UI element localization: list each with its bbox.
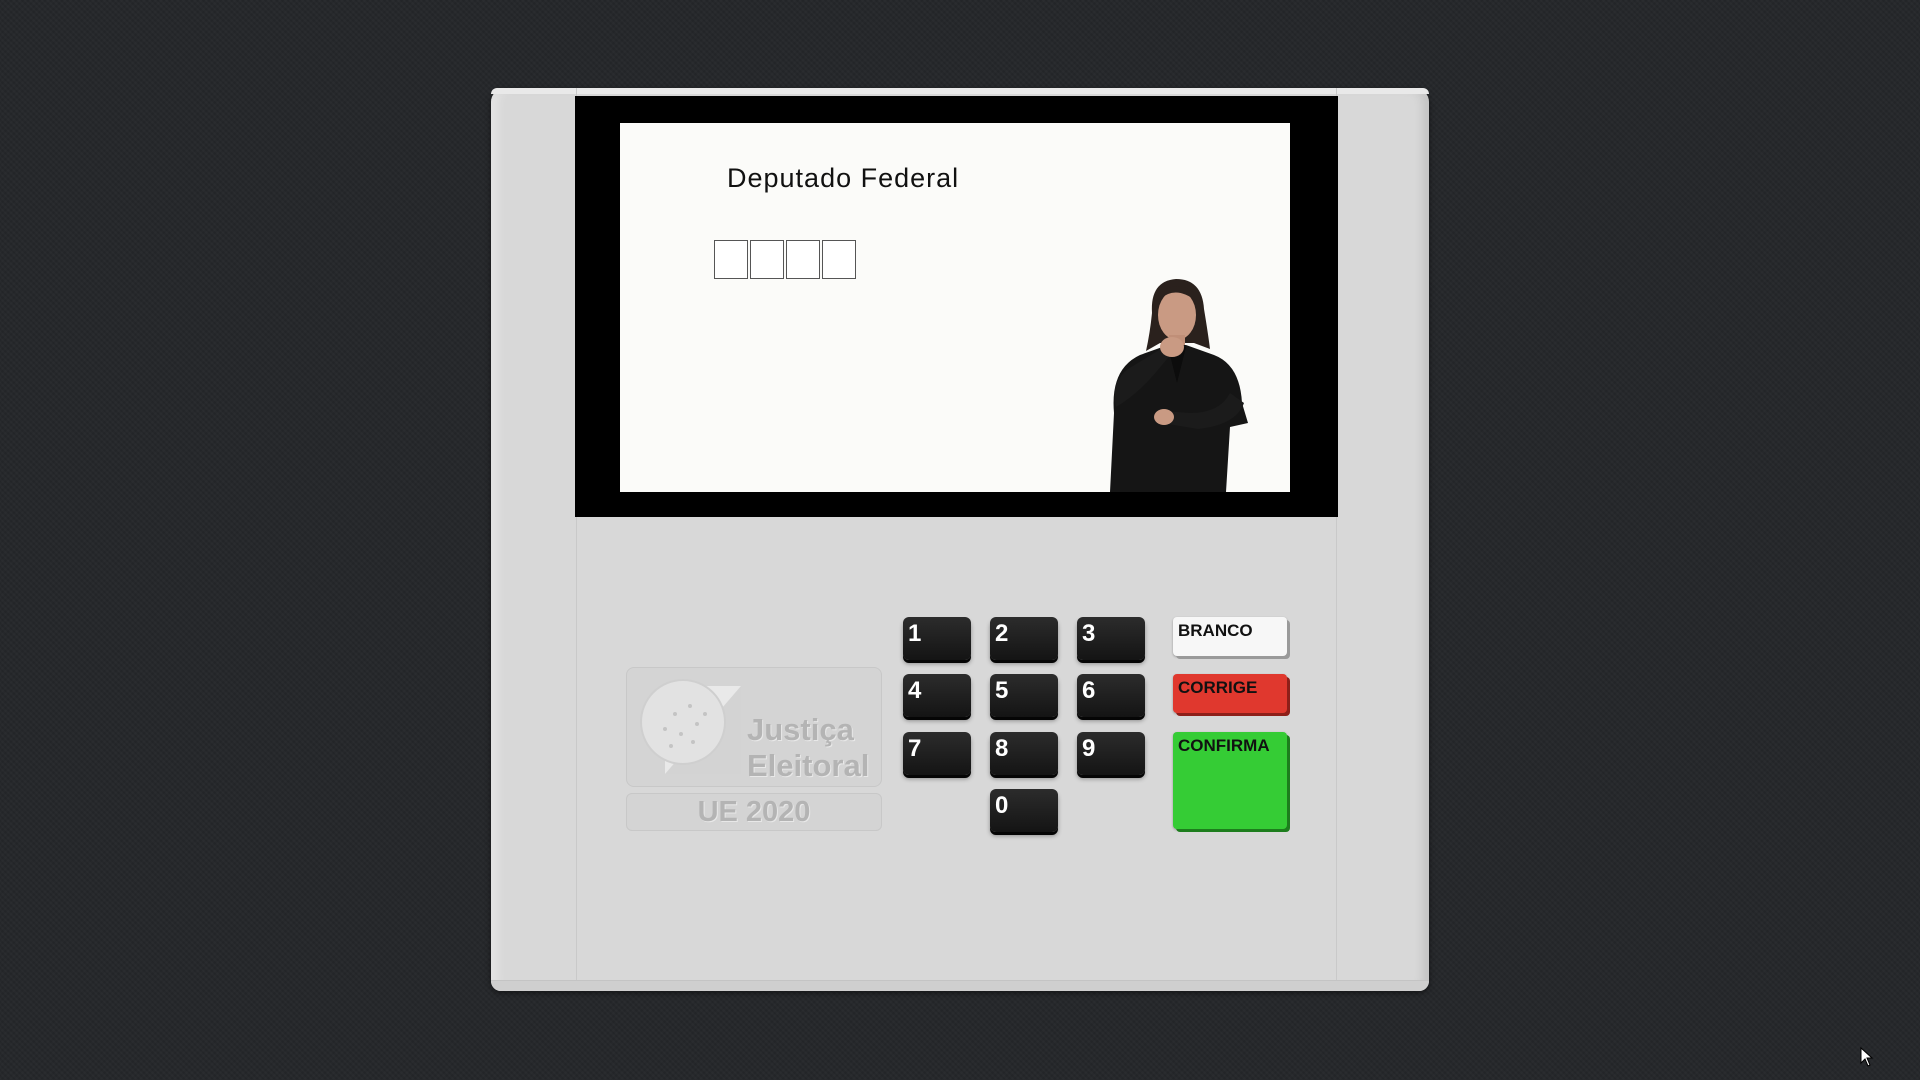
sign-language-interpreter <box>1110 279 1248 492</box>
voting-screen: Deputado Federal <box>620 123 1290 492</box>
corrige-button[interactable]: CORRIGE <box>1173 674 1287 713</box>
machine-bottom-edge <box>491 980 1429 991</box>
screen-bezel: Deputado Federal <box>575 96 1338 517</box>
logo-plate: Justiça Eleitoral <box>626 667 882 787</box>
office-title: Deputado Federal <box>727 163 960 193</box>
confirma-button[interactable]: CONFIRMA <box>1173 732 1287 829</box>
key-6[interactable]: 6 <box>1077 674 1145 717</box>
logo-wordmark: Justiça Eleitoral <box>747 712 869 784</box>
tse-emblem-icon <box>640 679 741 774</box>
key-8[interactable]: 8 <box>990 732 1058 775</box>
model-label: UE 2020 <box>626 793 882 831</box>
machine-right-panel <box>1336 88 1429 991</box>
logo-line-2: Eleitoral <box>747 748 870 783</box>
key-3[interactable]: 3 <box>1077 617 1145 660</box>
mouse-cursor-icon <box>1860 1047 1874 1067</box>
logo-line-1: Justiça <box>747 712 854 747</box>
machine-top-edge <box>491 88 1429 94</box>
digit-box <box>822 240 856 279</box>
key-9[interactable]: 9 <box>1077 732 1145 775</box>
key-1[interactable]: 1 <box>903 617 971 660</box>
digit-box <box>714 240 748 279</box>
machine-left-panel <box>491 88 577 991</box>
justica-eleitoral-logo: Justiça Eleitoral UE 2020 <box>626 667 882 832</box>
digit-box <box>750 240 784 279</box>
key-0[interactable]: 0 <box>990 789 1058 832</box>
digit-box <box>786 240 820 279</box>
key-2[interactable]: 2 <box>990 617 1058 660</box>
branco-button[interactable]: BRANCO <box>1173 617 1287 656</box>
candidate-number-boxes <box>714 240 858 279</box>
key-4[interactable]: 4 <box>903 674 971 717</box>
key-5[interactable]: 5 <box>990 674 1058 717</box>
key-7[interactable]: 7 <box>903 732 971 775</box>
